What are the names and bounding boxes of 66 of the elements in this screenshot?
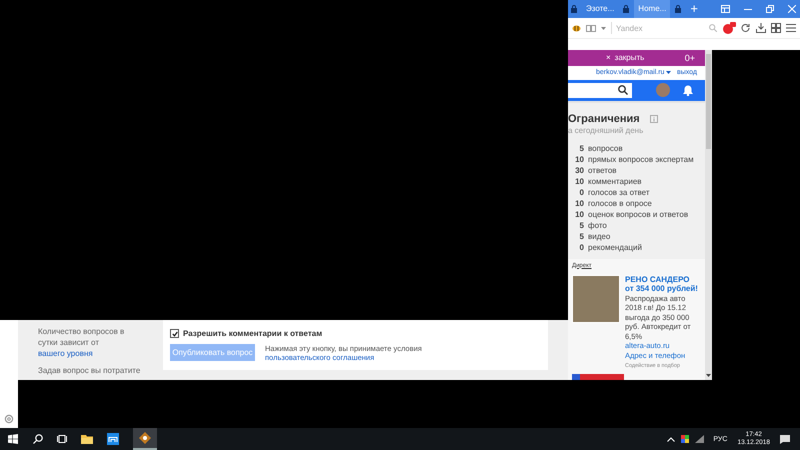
- limit-count: 10: [574, 198, 584, 208]
- colorful-app-icon[interactable]: [681, 435, 690, 443]
- notification-badge-icon[interactable]: [722, 22, 736, 34]
- bee-icon[interactable]: [572, 24, 581, 32]
- limit-label: комментариев: [588, 176, 642, 186]
- limit-count: 10: [574, 176, 584, 186]
- bell-icon[interactable]: [683, 84, 693, 96]
- checkbox-label: Разрешить комментарии к ответам: [183, 329, 322, 338]
- download-icon[interactable]: [756, 23, 766, 33]
- search-icon[interactable]: [33, 434, 43, 444]
- limit-count: 5: [578, 220, 584, 230]
- limit-count: 5: [578, 142, 584, 154]
- app-window-icon[interactable]: [107, 433, 119, 445]
- notification-icon[interactable]: [780, 434, 790, 444]
- settings-icon[interactable]: [4, 414, 14, 424]
- limits-subtitle: а сегодняшний день: [568, 126, 644, 134]
- lock-icon: [675, 5, 682, 13]
- limit-count: 5: [578, 230, 584, 242]
- limit-label: оценок вопросов и ответов: [588, 208, 688, 220]
- limit-label: голосов за ответ: [588, 186, 650, 198]
- limit-label: прямых вопросов экспертам: [588, 154, 694, 164]
- grid-icon[interactable]: [771, 23, 781, 33]
- close-link[interactable]: закрыть: [614, 53, 644, 62]
- sidebar-text: Задав вопрос вы потратите: [38, 365, 142, 376]
- sidebar-text: Количество вопросов в сутки зависит от вашего уровня: [38, 326, 126, 359]
- diamond-app-icon[interactable]: [139, 432, 151, 444]
- age-rating: 0+: [684, 52, 695, 63]
- caret-icon[interactable]: [601, 26, 606, 30]
- limit-label: ответов: [588, 164, 617, 176]
- scroll-down-icon[interactable]: [706, 374, 711, 377]
- task-view-icon[interactable]: [57, 434, 67, 444]
- search-icon[interactable]: [618, 85, 628, 95]
- limit-label: вопросов: [588, 142, 623, 154]
- restore-icon[interactable]: [766, 5, 774, 13]
- checkmark-icon: [172, 330, 178, 336]
- limit-label: рекомендаций: [588, 242, 642, 252]
- close-icon[interactable]: [788, 5, 796, 13]
- limits-title: Ограничения: [568, 112, 640, 124]
- new-tab-button[interactable]: +: [690, 1, 698, 17]
- comments-checkbox[interactable]: [170, 329, 179, 338]
- network-icon[interactable]: [695, 435, 704, 443]
- limit-label: голосов в опросе: [588, 198, 652, 208]
- caret-up-icon[interactable]: [667, 436, 676, 442]
- limit-count: 10: [574, 154, 584, 164]
- lock-icon: [571, 5, 577, 13]
- windows-start-icon[interactable]: [8, 434, 18, 444]
- close-mark[interactable]: ×: [606, 53, 611, 62]
- book-icon[interactable]: [586, 24, 596, 32]
- menu-icon[interactable]: [786, 24, 796, 32]
- scrollbar-thumb[interactable]: [706, 54, 711, 149]
- limit-count: 10: [574, 208, 584, 220]
- browser-tab[interactable]: Эзоте...: [582, 0, 618, 18]
- ad-title[interactable]: РЕНО САНДЕРО от 354 000 рублей!: [625, 274, 699, 292]
- window-layout-icon[interactable]: [721, 5, 730, 13]
- caret-icon[interactable]: [666, 71, 672, 74]
- limit-count: 0: [578, 242, 584, 252]
- limit-label: фото: [588, 220, 607, 230]
- level-link[interactable]: вашего уровня: [38, 349, 93, 358]
- limit-count: 0: [578, 186, 584, 198]
- search-field[interactable]: [568, 82, 632, 98]
- scrollbar[interactable]: [705, 50, 712, 380]
- lock-icon: [623, 5, 630, 13]
- folder-icon[interactable]: [81, 434, 93, 444]
- limit-label: видео: [588, 230, 610, 242]
- refresh-icon[interactable]: [741, 23, 751, 33]
- limit-count: 30: [574, 164, 584, 176]
